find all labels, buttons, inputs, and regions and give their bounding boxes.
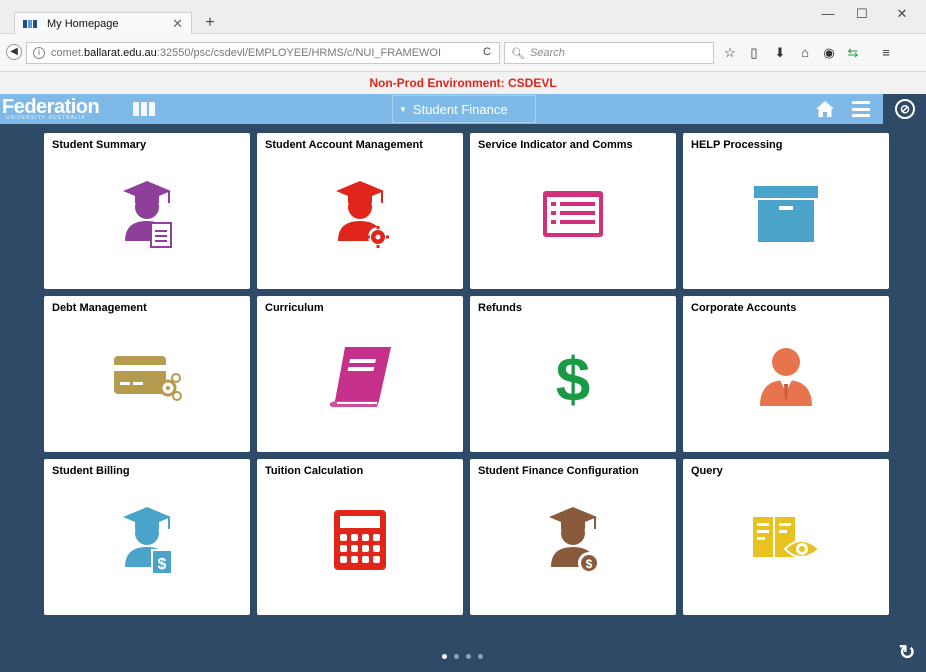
calculator-icon — [334, 510, 386, 570]
tile-title: Query — [691, 465, 723, 477]
tab-title: My Homepage — [47, 18, 119, 30]
homepage-selector[interactable]: ▼ Student Finance — [392, 95, 536, 123]
chevron-down-icon: ▼ — [399, 104, 407, 114]
new-tab-icon[interactable]: + — [200, 14, 220, 32]
svg-text:$: $ — [158, 556, 167, 573]
tile-title: Service Indicator and Comms — [478, 139, 633, 151]
tile-title: Corporate Accounts — [691, 302, 797, 314]
tile-query[interactable]: Query — [683, 459, 889, 615]
list-card-icon — [543, 191, 603, 237]
business-person-icon — [760, 348, 812, 406]
search-placeholder: Search — [529, 47, 565, 59]
page-indicator[interactable] — [442, 654, 483, 659]
query-view-icon — [753, 517, 821, 558]
page-dot[interactable] — [454, 654, 459, 659]
student-summary-icon — [123, 181, 172, 248]
info-icon[interactable]: i — [33, 47, 45, 59]
tile-debt-management[interactable]: Debt Management — [44, 296, 250, 452]
logo-subtext: UNIVERSITY·AUSTRALIA — [6, 115, 86, 121]
svg-text:$: $ — [586, 557, 593, 571]
book-icon — [329, 347, 391, 407]
tile-service-indicator-and-comms[interactable]: Service Indicator and Comms — [470, 133, 676, 289]
page-dot[interactable] — [466, 654, 471, 659]
tab-close-icon[interactable]: ✕ — [172, 16, 183, 32]
url-path: :32550/psc/csdevl/EMPLOYEE/HRMS/c/NUI_FR… — [156, 47, 442, 59]
homepage-selector-label: Student Finance — [412, 101, 508, 117]
homepage-tile-area: Student Summary Student Account Manageme… — [0, 124, 926, 672]
page-dot[interactable] — [478, 654, 483, 659]
tile-student-billing[interactable]: Student Billing $ — [44, 459, 250, 615]
tile-title: HELP Processing — [691, 139, 783, 151]
tile-curriculum[interactable]: Curriculum — [257, 296, 463, 452]
pocket-icon[interactable]: ◉ — [821, 45, 837, 61]
compass-icon: ⊘ — [895, 99, 915, 119]
svg-text:$: $ — [556, 346, 590, 409]
tile-student-account-management[interactable]: Student Account Management — [257, 133, 463, 289]
credit-card-gear-icon — [114, 356, 182, 401]
home-icon[interactable]: ⌂ — [797, 45, 813, 60]
url-host: ballarat.edu.au — [84, 47, 157, 59]
student-billing-icon: $ — [123, 507, 173, 575]
tile-title: Refunds — [478, 302, 522, 314]
url-bar[interactable]: i comet. ballarat.edu.au:32550/psc/csdevl… — [26, 42, 500, 64]
browser-tab-bar: My Homepage ✕ + — ☐ ✕ — [0, 0, 926, 35]
environment-banner: Non-Prod Environment: CSDEVL — [0, 72, 926, 94]
browser-tab[interactable]: My Homepage ✕ — [14, 12, 192, 35]
tile-student-summary[interactable]: Student Summary — [44, 133, 250, 289]
tile-tuition-calculation[interactable]: Tuition Calculation — [257, 459, 463, 615]
tile-refunds[interactable]: Refunds $ — [470, 296, 676, 452]
page-dot[interactable] — [442, 654, 447, 659]
app-header: Federation UNIVERSITY·AUSTRALIA ▼ Studen… — [0, 94, 926, 124]
reload-icon[interactable]: C — [483, 46, 491, 58]
home-icon[interactable] — [815, 99, 835, 119]
download-icon[interactable]: ⬇ — [772, 45, 788, 61]
tile-title: Debt Management — [52, 302, 147, 314]
tile-title: Student Account Management — [265, 139, 423, 151]
tile-help-processing[interactable]: HELP Processing — [683, 133, 889, 289]
dollar-icon: $ — [556, 346, 590, 409]
window-close-icon[interactable]: ✕ — [890, 6, 914, 22]
student-account-icon — [336, 181, 389, 248]
student-config-icon: $ — [549, 507, 600, 574]
favicon-icon — [23, 19, 39, 29]
minimize-icon[interactable]: — — [816, 6, 840, 21]
refresh-icon[interactable]: ↻ — [896, 642, 918, 664]
actions-menu-icon[interactable] — [852, 101, 870, 117]
logo-mark-icon — [133, 102, 155, 116]
browser-nav-bar: ◀ i comet. ballarat.edu.au:32550/psc/csde… — [0, 34, 926, 72]
tile-title: Student Summary — [52, 139, 147, 151]
tile-corporate-accounts[interactable]: Corporate Accounts — [683, 296, 889, 452]
tile-title: Tuition Calculation — [265, 465, 364, 477]
url-prefix: comet. — [51, 47, 85, 59]
navbar-button[interactable]: ⊘ — [883, 94, 926, 124]
maximize-icon[interactable]: ☐ — [850, 6, 874, 22]
tile-title: Student Billing — [52, 465, 130, 477]
browser-menu-icon[interactable]: ≡ — [878, 45, 894, 60]
back-arrow-icon[interactable]: ◀ — [6, 44, 22, 60]
tile-title: Student Finance Configuration — [478, 465, 639, 477]
archive-box-icon — [754, 186, 818, 242]
tile-student-finance-configuration[interactable]: Student Finance Configuration $ — [470, 459, 676, 615]
search-icon: 🔍︎ — [511, 47, 525, 60]
bookmark-star-icon[interactable]: ☆ — [722, 45, 738, 61]
extension-icon[interactable]: ⇆ — [845, 45, 861, 61]
tile-title: Curriculum — [265, 302, 324, 314]
reading-list-icon[interactable]: ▯ — [746, 45, 762, 61]
search-input[interactable]: 🔍︎ Search — [504, 42, 714, 64]
